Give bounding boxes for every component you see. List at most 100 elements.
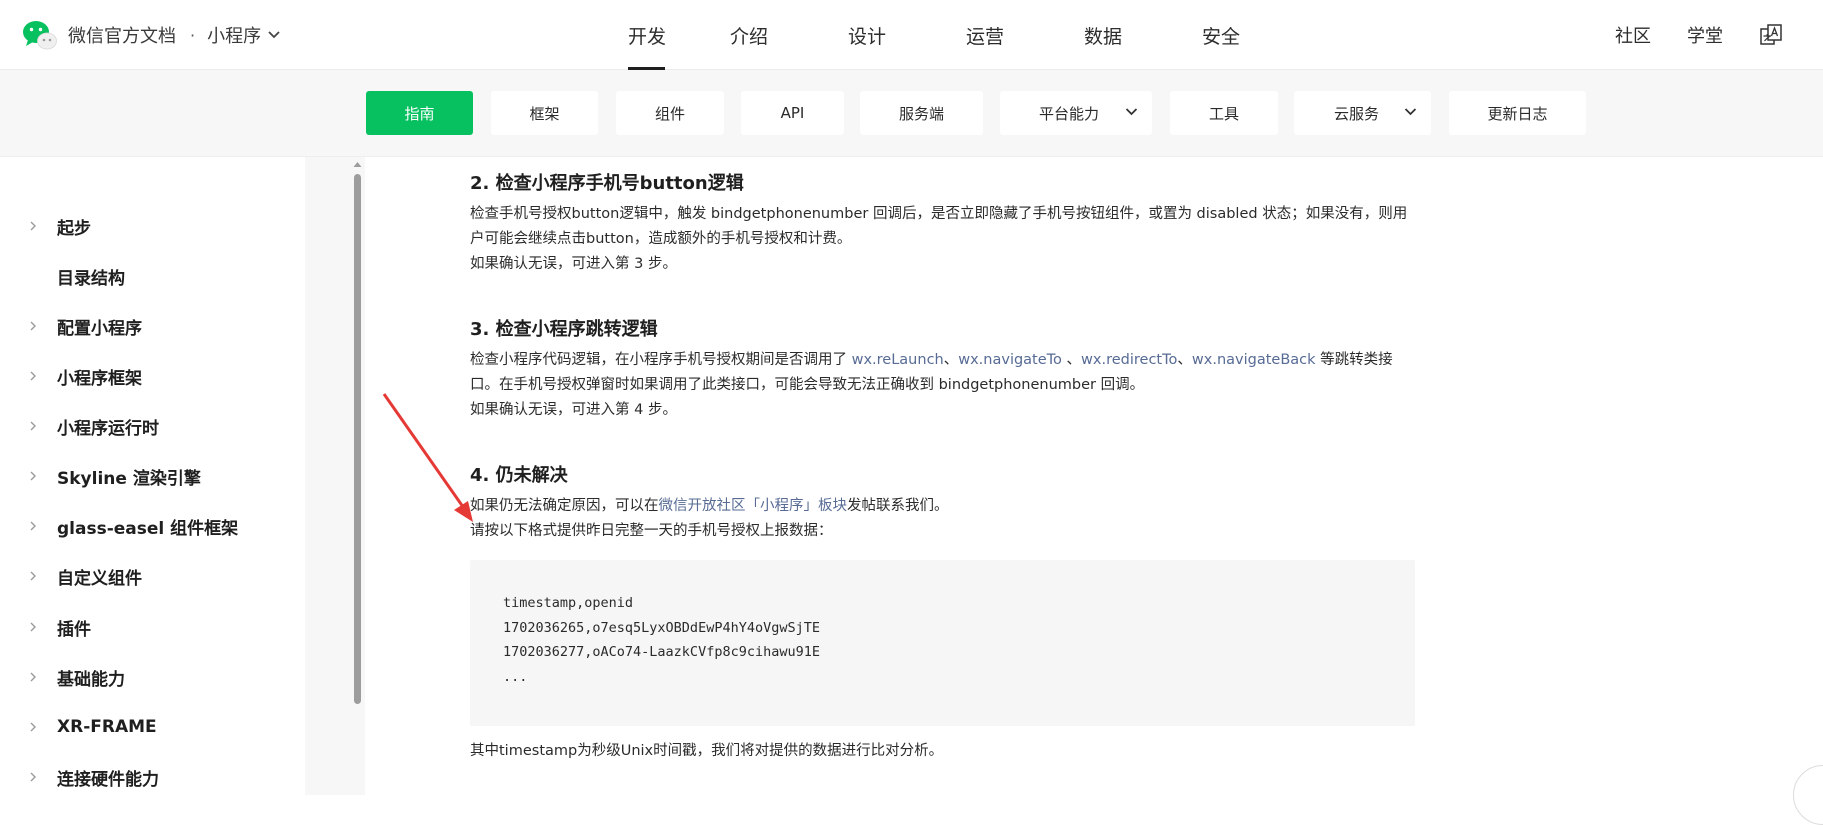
community-link[interactable]: 社区	[1615, 22, 1651, 48]
subnav-components[interactable]: 组件	[616, 91, 724, 135]
subnav-cloud-label: 云服务	[1334, 104, 1380, 123]
chevron-right-icon	[30, 321, 36, 331]
site-title[interactable]: 微信官方文档	[68, 22, 176, 48]
sidebar-item-glass-easel[interactable]: glass-easel 组件框架	[0, 511, 300, 541]
chevron-right-icon	[30, 521, 36, 531]
sidebar-item-xr-frame[interactable]: XR-FRAME	[0, 712, 300, 742]
scroll-up-arrow-icon[interactable]	[353, 161, 362, 168]
section-3-heading: 3. 检查小程序跳转逻辑	[470, 319, 658, 340]
section-4-text-b: 发帖联系我们。	[847, 498, 949, 514]
code-line: timestamp,openid	[503, 595, 634, 611]
subnav-platform-label: 平台能力	[1039, 104, 1100, 123]
wx-relaunch-link[interactable]: wx.reLaunch	[852, 352, 944, 368]
chevron-down-icon	[268, 31, 280, 39]
chevron-right-icon	[30, 471, 36, 481]
sidebar-item-label: 连接硬件能力	[57, 769, 159, 790]
product-selector[interactable]: 小程序	[207, 22, 281, 48]
nav-item-data[interactable]: 数据	[1044, 0, 1162, 70]
sidebar-item-config[interactable]: 配置小程序	[0, 311, 300, 341]
nav-item-develop[interactable]: 开发	[604, 0, 690, 70]
nav-item-security[interactable]: 安全	[1162, 0, 1280, 70]
sidebar-item-custom-components[interactable]: 自定义组件	[0, 561, 300, 591]
wechat-logo-icon[interactable]	[22, 18, 58, 52]
wx-redirectto-link[interactable]: wx.redirectTo	[1081, 352, 1177, 368]
title-separator: ·	[190, 25, 196, 45]
sidebar-panel: 起步 目录结构 配置小程序 小程序框架 小程序运行时 Skyline 渲染引擎 …	[0, 157, 305, 795]
sidebar-scroll-thumb[interactable]	[354, 174, 361, 704]
subnav-tools[interactable]: 工具	[1170, 91, 1278, 135]
code-line: ...	[503, 669, 528, 685]
comma-sep: 、	[943, 352, 959, 368]
code-line: 1702036277,oACo74-LaazkCVfp8c9cihawu91E	[503, 644, 820, 660]
main-nav: 开发 介绍 设计 运营 数据 安全	[604, 0, 1280, 70]
section-2-next-step: 如果确认无误，可进入第 3 步。	[470, 256, 677, 272]
sidebar-item-framework[interactable]: 小程序框架	[0, 361, 300, 391]
comma-sep: 、	[1061, 352, 1082, 368]
sub-navigation-bar: 指南 框架 组件 API 服务端 平台能力 工具 云服务 更新日志	[0, 70, 1823, 157]
sidebar-item-label: 插件	[57, 619, 91, 640]
subnav-framework[interactable]: 框架	[491, 91, 598, 135]
chevron-right-icon	[30, 571, 36, 581]
sidebar-item-hardware[interactable]: 连接硬件能力	[0, 762, 300, 792]
sidebar-item-label: 目录结构	[57, 268, 125, 289]
wx-navigateback-link[interactable]: wx.navigateBack	[1192, 352, 1316, 368]
section-3-next-step: 如果确认无误，可进入第 4 步。	[470, 402, 677, 418]
code-block: timestamp,openid 1702036265,o7esq5LyxOBD…	[470, 560, 1415, 726]
community-forum-link[interactable]: 微信开放社区「小程序」板块	[659, 498, 848, 514]
chevron-right-icon	[30, 421, 36, 431]
floating-help-button[interactable]	[1793, 765, 1823, 825]
sidebar-item-label: 基础能力	[57, 669, 125, 690]
section-4-format-note: 请按以下格式提供昨日完整一天的手机号授权上报数据：	[470, 523, 833, 539]
subnav-server[interactable]: 服务端	[860, 91, 983, 135]
section-4-paragraph: 如果仍无法确定原因，可以在微信开放社区「小程序」板块发帖联系我们。	[470, 494, 1410, 519]
code-line: 1702036265,o7esq5LyxOBDdEwP4hY4oVgwSjTE	[503, 620, 820, 636]
section-2-paragraph: 检查手机号授权button逻辑中，触发 bindgetphonenumber 回…	[470, 206, 1408, 247]
sidebar-item-label: 小程序运行时	[57, 418, 159, 439]
section-4-heading: 4. 仍未解决	[470, 465, 568, 486]
chevron-down-icon	[1125, 108, 1138, 116]
section-2-heading: 2. 检查小程序手机号button逻辑	[470, 173, 744, 194]
sidebar-item-directory-structure[interactable]: 目录结构	[0, 261, 300, 291]
sidebar-item-skyline[interactable]: Skyline 渲染引擎	[0, 461, 300, 491]
sidebar-item-label: 小程序框架	[57, 368, 142, 389]
chevron-right-icon	[30, 722, 36, 732]
nav-item-design[interactable]: 设计	[808, 0, 926, 70]
product-label: 小程序	[207, 26, 262, 47]
section-3-text-a: 检查小程序代码逻辑，在小程序手机号授权期间是否调用了	[470, 352, 852, 368]
sidebar-item-label: 自定义组件	[57, 568, 142, 589]
doc-content: 2. 检查小程序手机号button逻辑 检查手机号授权button逻辑中，触发 …	[470, 157, 1420, 795]
chevron-down-icon	[1404, 108, 1417, 116]
header-right-links: 社区 学堂	[1615, 0, 1823, 70]
nav-item-operate[interactable]: 运营	[926, 0, 1044, 70]
academy-link[interactable]: 学堂	[1687, 22, 1723, 48]
wx-navigateto-link[interactable]: wx.navigateTo	[958, 352, 1062, 368]
subnav-guide[interactable]: 指南	[366, 91, 473, 135]
sidebar-item-basic-capability[interactable]: 基础能力	[0, 662, 300, 692]
nav-item-intro[interactable]: 介绍	[690, 0, 808, 70]
section-3-paragraph: 检查小程序代码逻辑，在小程序手机号授权期间是否调用了 wx.reLaunch、w…	[470, 348, 1410, 398]
subnav-platform-capability[interactable]: 平台能力	[1000, 91, 1152, 135]
top-header: 微信官方文档 · 小程序 开发 介绍 设计 运营 数据 安全 社区 学堂	[0, 0, 1823, 70]
chevron-right-icon	[30, 772, 36, 782]
sidebar-item-label: 起步	[57, 218, 91, 239]
sidebar-item-label: Skyline 渲染引擎	[57, 468, 201, 489]
subnav-changelog[interactable]: 更新日志	[1449, 91, 1586, 135]
section-4-text-a: 如果仍无法确定原因，可以在	[470, 498, 659, 514]
comma-sep: 、	[1177, 352, 1192, 368]
translate-icon[interactable]	[1759, 23, 1783, 47]
subnav-api[interactable]: API	[741, 91, 844, 135]
subnav-cloud-service[interactable]: 云服务	[1294, 91, 1431, 135]
chevron-right-icon	[30, 221, 36, 231]
sidebar-scrollbar[interactable]	[352, 157, 362, 795]
sidebar: 起步 目录结构 配置小程序 小程序框架 小程序运行时 Skyline 渲染引擎 …	[0, 157, 365, 795]
chevron-right-icon	[30, 622, 36, 632]
sidebar-item-runtime[interactable]: 小程序运行时	[0, 411, 300, 441]
sidebar-item-label: XR-FRAME	[57, 717, 157, 737]
sidebar-item-getting-started[interactable]: 起步	[0, 211, 300, 241]
red-arrow-annotation-icon	[382, 393, 473, 522]
section-4-footer-note: 其中timestamp为秒级Unix时间戳，我们将对提供的数据进行比对分析。	[470, 743, 944, 759]
brand: 微信官方文档 · 小程序	[22, 16, 281, 54]
sidebar-item-plugins[interactable]: 插件	[0, 612, 300, 642]
chevron-right-icon	[30, 371, 36, 381]
chevron-right-icon	[30, 672, 36, 682]
